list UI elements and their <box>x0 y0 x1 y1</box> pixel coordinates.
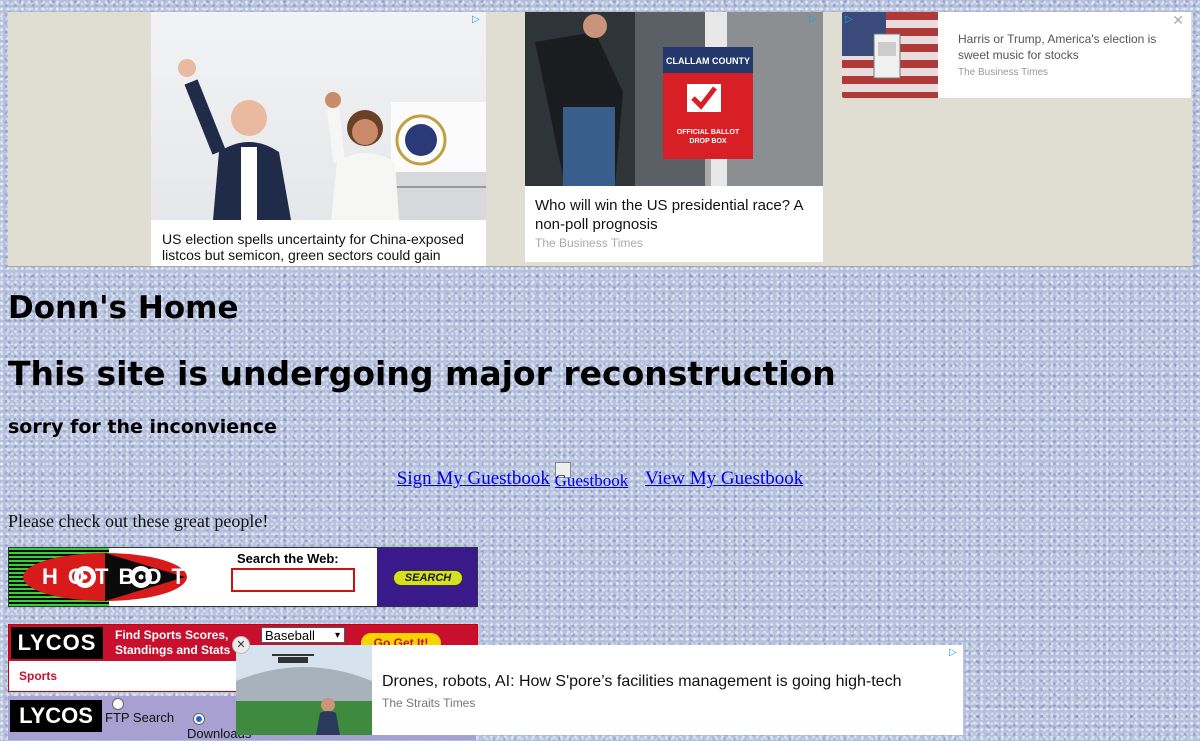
ballot-box-sublabel: OFFICIAL BALLOT DROP BOX <box>676 129 740 145</box>
guestbook-image-alt: Guestbook <box>554 471 629 488</box>
ad-card[interactable]: ▷ ✕ Harris or Trump, America's election … <box>842 12 1191 98</box>
floating-ad[interactable]: ▷ Drones, robots, AI: How S'pore’s facil… <box>236 645 963 735</box>
ad-photo <box>236 645 372 735</box>
lycos-logo[interactable]: LYCOS <box>11 627 103 659</box>
hotbot-logo-text: HOTBOT <box>42 564 195 589</box>
hotbot-search-label: Search the Web: <box>237 551 339 566</box>
guestbook-links: Sign My Guestbook Guestbook View My Gues… <box>0 460 1200 490</box>
ad-headline[interactable]: Who will win the US presidential race? A… <box>535 196 820 234</box>
adchoices-icon[interactable]: ▷ <box>472 14 483 25</box>
ad-banner: ▷ US election spells uncertainty for Chi… <box>8 12 1192 267</box>
promo-text: Please check out these great people! <box>8 511 269 531</box>
ad-photo <box>842 12 938 98</box>
ad-source: The Straits Times <box>382 696 476 710</box>
hotbot-search-input[interactable] <box>231 568 355 592</box>
adchoices-icon[interactable]: ▷ <box>949 647 960 658</box>
ballot-box-label: CLALLAM COUNTY <box>666 56 750 66</box>
hotbot-search-button[interactable]: SEARCH <box>393 570 463 586</box>
ftp-search-label: FTP Search <box>105 710 175 725</box>
lycos-sports-tag: Sports <box>19 669 58 683</box>
view-guestbook-link[interactable]: View My Guestbook <box>645 468 803 489</box>
ad-card[interactable]: ▷ US election spells uncertainty for Chi… <box>151 12 486 266</box>
lycos-sports-text: Find Sports Scores, Standings and Stats <box>115 628 231 657</box>
chevron-down-icon: ▾ <box>334 630 340 641</box>
lycos-logo[interactable]: LYCOS <box>10 700 102 732</box>
ad-source: The Business Times <box>958 67 1049 78</box>
adchoices-icon[interactable]: ▷ <box>845 14 856 25</box>
downloads-radio[interactable] <box>193 713 205 725</box>
sport-select-value: Baseball <box>265 628 315 643</box>
close-icon[interactable]: ✕ <box>232 636 250 654</box>
hotbot-logo[interactable]: HOTBOT <box>9 548 187 606</box>
ad-source: The Business Times <box>535 236 644 250</box>
adchoices-icon[interactable]: ▷ <box>809 14 820 25</box>
hotbot-panel: SEARCH <box>377 548 477 606</box>
sign-guestbook-link[interactable]: Sign My Guestbook <box>397 468 550 489</box>
ftp-search-radio[interactable] <box>112 698 124 710</box>
ad-headline[interactable]: Drones, robots, AI: How S'pore’s facilit… <box>382 673 901 691</box>
close-icon[interactable]: ✕ <box>1172 13 1184 29</box>
ad-headline[interactable]: US election spells uncertainty for China… <box>162 231 482 263</box>
apology-text: sorry for the inconvience <box>8 416 277 438</box>
reconstruction-heading: This site is undergoing major reconstruc… <box>8 354 836 393</box>
guestbook-image[interactable]: Guestbook <box>554 460 641 488</box>
ad-card[interactable]: CLALLAM COUNTY OFFICIAL BALLOT DROP BOX … <box>525 12 823 262</box>
ad-headline[interactable]: Harris or Trump, America's election is s… <box>958 31 1173 63</box>
page-title: Donn's Home <box>8 290 239 326</box>
ad-photo: CLALLAM COUNTY OFFICIAL BALLOT DROP BOX <box>525 12 823 186</box>
hotbot-search-widget: HOTBOT Search the Web: SEARCH <box>8 547 478 607</box>
sport-select[interactable]: Baseball ▾ <box>261 627 345 643</box>
ad-photo <box>151 12 486 220</box>
